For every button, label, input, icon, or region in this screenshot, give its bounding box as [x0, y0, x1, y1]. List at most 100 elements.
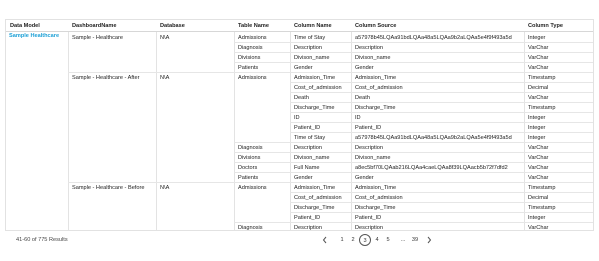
table-name: Divisions	[238, 154, 261, 161]
current-page-button[interactable]: 3	[359, 234, 371, 246]
header-data-model: Data Model	[10, 23, 40, 29]
results-count: 41-60 of 775 Results	[16, 237, 68, 243]
column-type: Integer	[528, 134, 546, 141]
header-dashboard-name: DashboardName	[72, 23, 117, 29]
column-name: Time of Stay	[294, 134, 326, 141]
column-type: VarChar	[528, 94, 549, 101]
column-name: Patient_ID	[294, 124, 321, 131]
column-name: Gender	[294, 64, 313, 71]
column-name: Cost_of_admission	[294, 84, 342, 91]
column-source: Description	[355, 144, 383, 151]
column-name: Description	[294, 44, 322, 51]
table-name: Admissions	[238, 184, 267, 191]
column-type: Decimal	[528, 84, 549, 91]
column-type: VarChar	[528, 44, 549, 51]
dashboard-name: Sample - Healthcare	[72, 34, 123, 41]
column-name: Admission_Time	[294, 74, 336, 81]
column-source: Discharge_Time	[355, 104, 396, 111]
column-name: Admission_Time	[294, 184, 336, 191]
column-name: Patient_ID	[294, 214, 321, 221]
column-type: VarChar	[528, 174, 549, 181]
column-type: Timestamp	[528, 74, 556, 81]
column-type: VarChar	[528, 154, 549, 161]
column-source: Admission_Time	[355, 74, 397, 81]
table-name: Patients	[238, 64, 259, 71]
column-source: Cost_of_admission	[355, 84, 403, 91]
column-name: Description	[294, 224, 322, 231]
column-name: Divison_name	[294, 54, 330, 61]
page-button[interactable]: 39	[409, 234, 421, 246]
column-name: Time of Stay	[294, 34, 326, 41]
page-button[interactable]: 5	[384, 234, 392, 246]
column-source: Gender	[355, 64, 374, 71]
column-type: VarChar	[528, 164, 549, 171]
column-type: Integer	[528, 34, 546, 41]
column-divider	[68, 20, 69, 230]
header-database: Database	[160, 23, 185, 29]
column-type: Timestamp	[528, 104, 556, 111]
column-name: Divison_name	[294, 154, 330, 161]
column-source: a8ec5bf70LQAab216LQAa4caeLQAa8f39LQAacb5…	[355, 164, 508, 171]
header-column-type: Column Type	[528, 23, 564, 29]
column-type: Timestamp	[528, 184, 556, 191]
data-table: Sample Healthcare Sample - Healthcare N\A A…	[5, 19, 594, 231]
column-type: VarChar	[528, 144, 549, 151]
column-type: VarChar	[528, 54, 549, 61]
column-name: Full Name	[294, 164, 320, 171]
table-name: Patients	[238, 174, 259, 181]
table-footer: 41-60 of 775 Results 1 2 3 4 5... 39	[0, 232, 599, 248]
column-source: Cost_of_admission	[355, 194, 403, 201]
table-name: Divisions	[238, 54, 261, 61]
column-type: Decimal	[528, 194, 549, 201]
column-source: Patient_ID	[355, 124, 382, 131]
column-source: Divison_name	[355, 154, 391, 161]
column-name: Discharge_Time	[294, 204, 335, 211]
column-type: Integer	[528, 114, 546, 121]
table-name: Admissions	[238, 74, 267, 81]
table-name: Diagnosis	[238, 224, 263, 231]
database-name: N\A	[160, 74, 170, 81]
column-source: Discharge_Time	[355, 204, 396, 211]
column-divider	[156, 20, 157, 230]
column-type: VarChar	[528, 224, 549, 231]
header-column-source: Column Source	[355, 23, 397, 29]
dashboard-name: Sample - Healthcare - After	[72, 74, 140, 81]
column-source: Gender	[355, 174, 374, 181]
column-name: Death	[294, 94, 309, 101]
prev-page-button[interactable]	[322, 236, 328, 248]
next-page-button[interactable]	[426, 236, 432, 248]
table-name: Doctors	[238, 164, 258, 171]
column-source: Divison_name	[355, 54, 391, 61]
page-button[interactable]: 4	[373, 234, 381, 246]
column-source: Patient_ID	[355, 214, 382, 221]
column-source: a57978b45LQAa91bdLQAa48a5LQAa9b2aLQAa5e4…	[355, 134, 512, 141]
column-type: Integer	[528, 214, 546, 221]
table-name: Diagnosis	[238, 44, 263, 51]
header-table-name: Table Name	[238, 23, 269, 29]
database-name: N\A	[160, 184, 170, 191]
column-source: ID	[355, 114, 361, 121]
data-model-link[interactable]: Sample Healthcare	[9, 33, 59, 39]
column-name: Description	[294, 144, 322, 151]
column-source: Admission_Time	[355, 184, 397, 191]
column-name: Discharge_Time	[294, 104, 335, 111]
database-name: N\A	[160, 34, 170, 41]
header-column-name: Column Name	[294, 23, 332, 29]
column-type: Integer	[528, 124, 546, 131]
dashboard-name: Sample - Healthcare - Before	[72, 184, 145, 191]
column-source: a57978b45LQAa91bdLQAa48a5LQAa9b2aLQAa5e4…	[355, 34, 512, 41]
page-button[interactable]: 2	[349, 234, 357, 246]
column-source: Description	[355, 224, 383, 231]
table-name: Admissions	[238, 34, 267, 41]
column-name: ID	[294, 114, 300, 121]
column-name: Cost_of_admission	[294, 194, 342, 201]
page-button[interactable]: 1	[338, 234, 346, 246]
column-source: Death	[355, 94, 370, 101]
column-type: Timestamp	[528, 204, 556, 211]
column-type: VarChar	[528, 64, 549, 71]
table-header: Data Model DashboardName Database Table Nam…	[6, 20, 593, 32]
column-source: Description	[355, 44, 383, 51]
pagination-ellipsis: ...	[400, 237, 406, 243]
table-name: Diagnosis	[238, 144, 263, 151]
column-name: Gender	[294, 174, 313, 181]
